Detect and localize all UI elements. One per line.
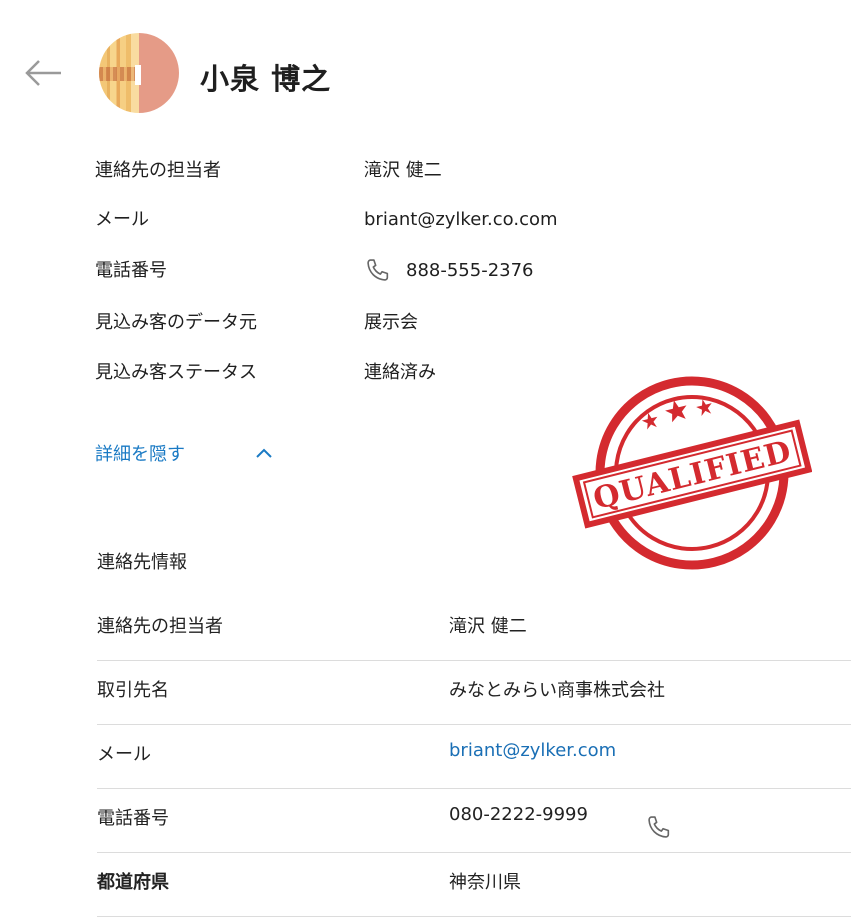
field-label-contact-owner: 連絡先の担当者 [95, 160, 221, 181]
field-value-contact-owner: 滝沢 健二 [364, 160, 442, 181]
field-label-lead-status: 見込み客ステータス [95, 362, 257, 383]
detail-row-phone: 電話番号 080-2222-9999 [97, 789, 851, 853]
detail-value: 滝沢 健二 [449, 616, 527, 637]
phone-icon[interactable] [645, 813, 673, 841]
field-value-email[interactable]: briant@zylker.co.com [364, 208, 558, 232]
field-value-lead-source: 展示会 [364, 312, 418, 333]
detail-row-email: メール briant@zylker.com [97, 725, 851, 789]
phone-icon[interactable] [364, 256, 392, 284]
detail-label: 都道府県 [97, 872, 169, 893]
field-label-lead-source: 見込み客のデータ元 [95, 312, 257, 333]
detail-label: 連絡先の担当者 [97, 616, 223, 637]
field-label-email: メール [95, 209, 149, 230]
arrow-left-icon [25, 60, 61, 86]
detail-label: 電話番号 [97, 808, 169, 829]
field-value-lead-status: 連絡済み [364, 362, 436, 383]
detail-label: 取引先名 [97, 680, 169, 701]
field-value-phone[interactable]: 888-555-2376 [406, 259, 534, 283]
detail-value: 神奈川県 [449, 872, 521, 893]
contact-info-section-title: 連絡先情報 [97, 552, 187, 573]
detail-value[interactable]: 080-2222-9999 [449, 804, 588, 825]
lead-detail-page: 小泉 博之 連絡先の担当者 滝沢 健二 メール briant@zylker.co… [0, 0, 851, 920]
detail-value: みなとみらい商事株式会社 [449, 680, 665, 701]
detail-row-account-name: 取引先名 みなとみらい商事株式会社 [97, 661, 851, 725]
chevron-up-icon[interactable] [254, 445, 274, 461]
hide-details-label: 詳細を隠す [95, 444, 185, 465]
back-button[interactable] [22, 54, 64, 92]
qualified-stamp: QUALIFIED [572, 376, 812, 570]
hide-details-toggle[interactable]: 詳細を隠す [95, 440, 185, 466]
avatar [99, 33, 179, 113]
detail-email-link[interactable]: briant@zylker.com [449, 740, 616, 761]
lead-name: 小泉 博之 [200, 62, 332, 96]
detail-label: メール [97, 744, 151, 765]
field-label-phone: 電話番号 [95, 260, 167, 281]
detail-row-prefecture: 都道府県 神奈川県 [97, 853, 851, 917]
detail-row-contact-owner: 連絡先の担当者 滝沢 健二 [97, 597, 851, 661]
